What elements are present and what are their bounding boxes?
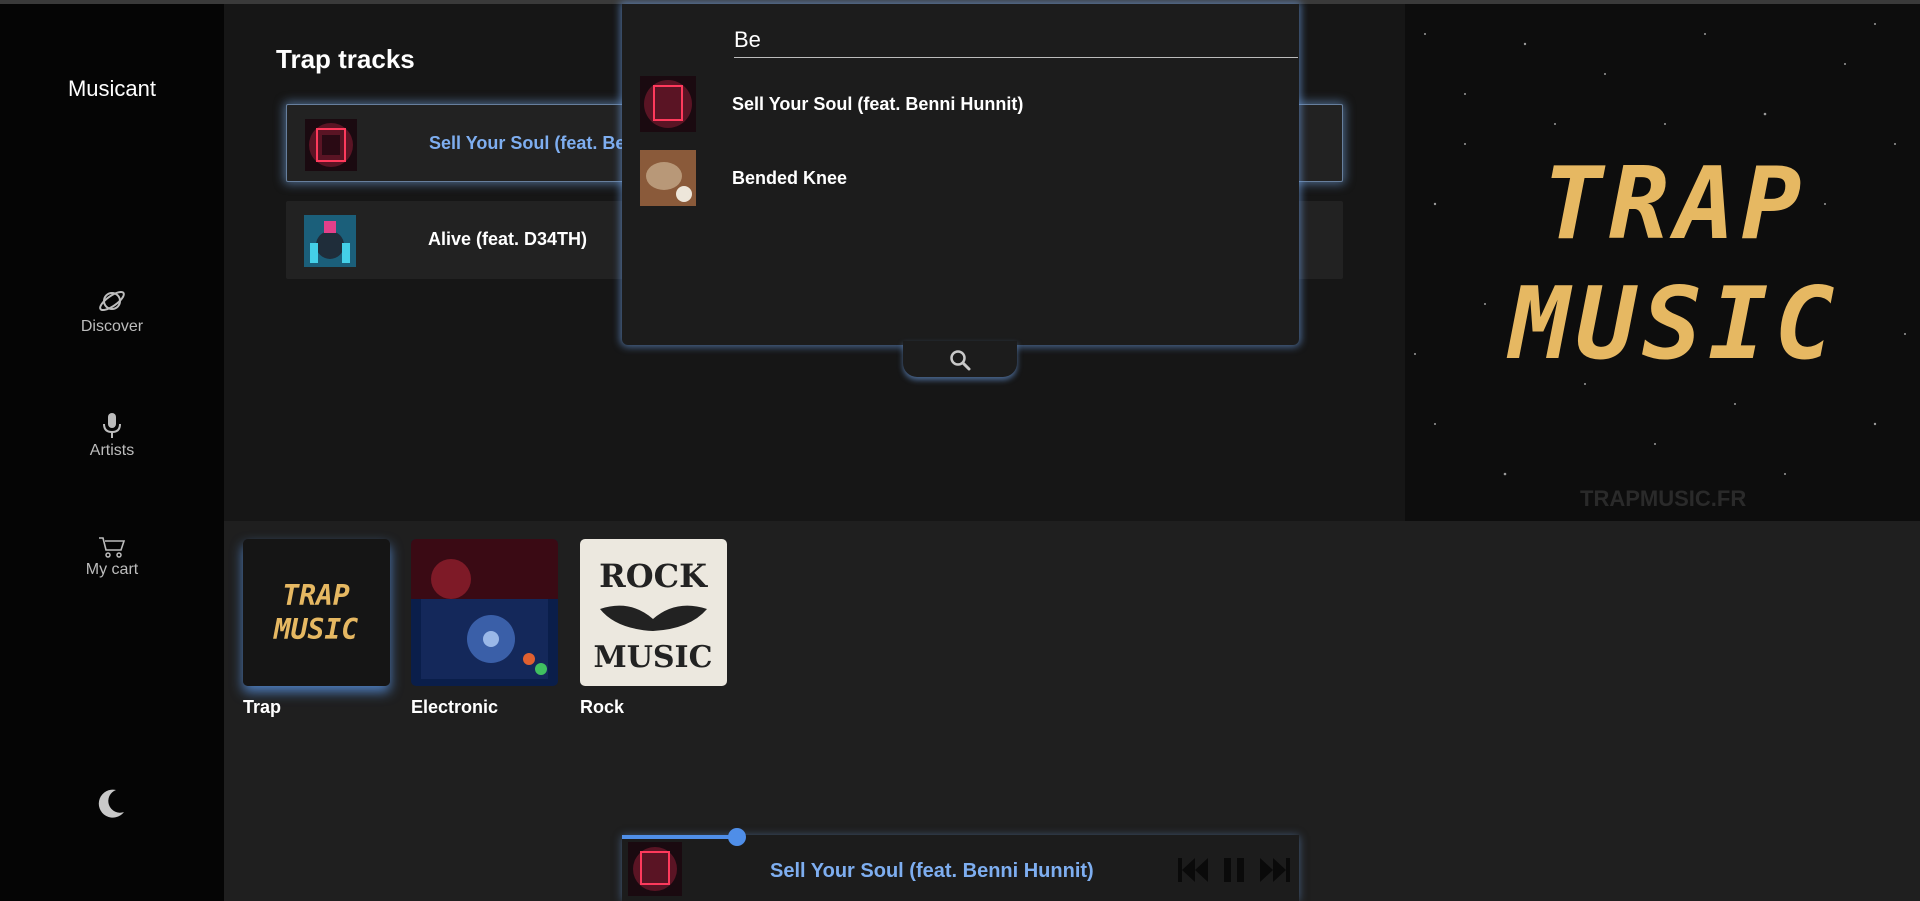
cart-icon (99, 537, 126, 558)
svg-text:TRAP: TRAP (282, 579, 350, 612)
pause-icon[interactable] (1222, 856, 1246, 884)
search-icon (950, 350, 971, 371)
sidebar-item-discover[interactable]: Discover (0, 286, 224, 336)
search-result-item[interactable]: Bended Knee (640, 150, 1280, 210)
sidebar-item-cart[interactable]: My cart (0, 535, 224, 579)
result-name: Bended Knee (732, 168, 848, 188)
genre-card-electronic[interactable]: Electronic (411, 539, 558, 718)
skip-back-icon[interactable] (1177, 856, 1209, 884)
genre-card-rock[interactable]: ROCK MUSIC Rock (580, 539, 727, 718)
banner-line-1: TRAP (1542, 145, 1808, 262)
result-cover (640, 150, 696, 206)
sidebar: Musicant Discover Artists My cart (0, 4, 224, 901)
brand-logo[interactable]: Musicant (0, 76, 224, 102)
search-input[interactable] (734, 22, 1298, 58)
progress-fill (622, 835, 738, 839)
svg-text:MUSIC: MUSIC (273, 613, 358, 646)
now-playing-cover (628, 842, 682, 896)
genre-label: Trap (243, 697, 282, 717)
microphone-icon (103, 413, 121, 438)
sidebar-item-label: Discover (80, 318, 144, 335)
now-playing-title: Sell Your Soul (feat. Benni Hunnit) (770, 860, 1094, 882)
result-cover (640, 76, 696, 132)
genre-label: Rock (580, 697, 625, 717)
genre-cover: TRAP MUSIC (243, 539, 390, 686)
genre-card-trap[interactable]: TRAP MUSIC Trap (243, 539, 390, 718)
genre-label: Electronic (411, 697, 499, 717)
banner-watermark: TRAPMUSIC.FR (1580, 486, 1747, 511)
player-bar: Sell Your Soul (feat. Benni Hunnit) (622, 836, 1299, 901)
svg-text:MUSIC: MUSIC (594, 640, 713, 675)
genre-cover (411, 539, 558, 686)
search-toggle-button[interactable] (903, 341, 1017, 377)
search-result-item[interactable]: Sell Your Soul (feat. Benni Hunnit) (640, 76, 1280, 136)
skip-forward-icon[interactable] (1259, 856, 1291, 884)
banner-line-2: MUSIC (1509, 265, 1841, 382)
search-panel: Sell Your Soul (feat. Benni Hunnit) Bend… (622, 4, 1299, 345)
banner-title: TRAP MUSIC (1465, 144, 1885, 384)
track-title: Alive (feat. D34TH) (428, 229, 588, 249)
result-name: Sell Your Soul (feat. Benni Hunnit) (732, 94, 1024, 114)
moon-icon[interactable] (94, 786, 128, 820)
sidebar-item-label: My cart (85, 561, 139, 578)
progress-bar[interactable] (622, 828, 1299, 846)
sidebar-item-artists[interactable]: Artists (0, 412, 224, 460)
track-cover (304, 215, 356, 267)
planet-icon (99, 290, 125, 312)
genre-banner: TRAP MUSIC TRAPMUSIC.FR (1405, 4, 1920, 521)
page-title: Trap tracks (276, 44, 415, 74)
sidebar-item-label: Artists (89, 442, 135, 459)
svg-text:ROCK: ROCK (599, 557, 708, 595)
genre-cover: ROCK MUSIC (580, 539, 727, 686)
progress-handle[interactable] (728, 828, 747, 846)
track-cover (305, 119, 357, 171)
